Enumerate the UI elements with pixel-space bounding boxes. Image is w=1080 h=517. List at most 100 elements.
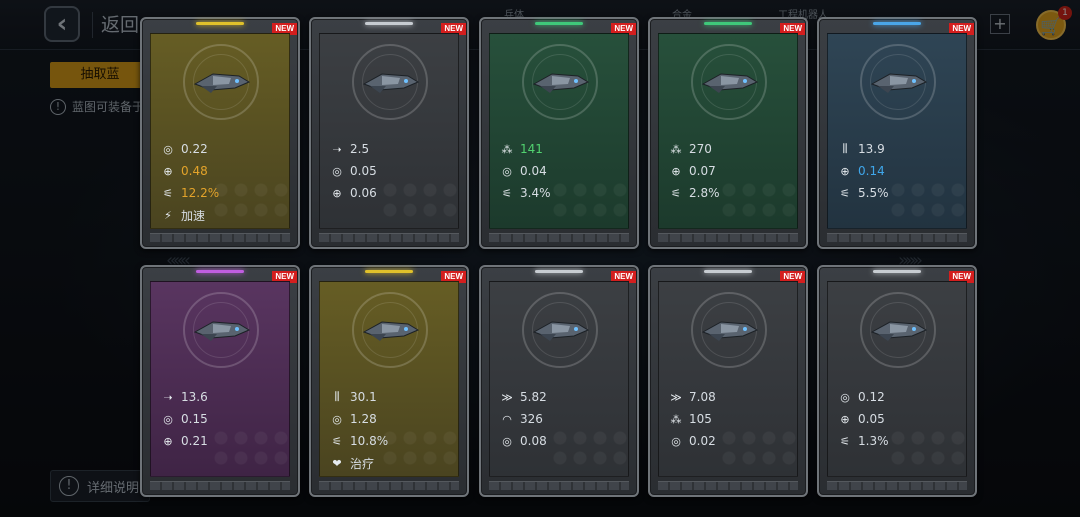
stat-list: ⫼ 13.9 ⊕ 0.14 ⚟ 5.5% xyxy=(834,138,964,204)
arrow-right-icon: ➝ xyxy=(332,142,342,156)
spaceship-icon xyxy=(532,73,590,93)
stat-row: ◎ 0.08 xyxy=(496,430,626,452)
blueprint-card[interactable]: NEW ≫ 5.82 ◠ 326 ◎ 0.08 xyxy=(479,265,639,497)
stat-row: ◎ 0.15 xyxy=(157,408,287,430)
spaceship-icon xyxy=(193,73,251,93)
stat-row: ⚡ 加速 xyxy=(157,204,287,226)
rarity-bar xyxy=(196,270,244,273)
stat-row: ≫ 5.82 xyxy=(496,386,626,408)
stat-value: 13.9 xyxy=(858,142,885,156)
stat-row: ◎ 0.12 xyxy=(834,386,964,408)
missile-icon: ⚟ xyxy=(840,434,850,448)
spaceship-icon xyxy=(362,321,420,341)
stat-row: ◎ 0.02 xyxy=(665,430,795,452)
stat-row: ⊕ 0.14 xyxy=(834,160,964,182)
stat-list: ⫼ 30.1 ◎ 1.28 ⚟ 10.8% ❤ 治疗 xyxy=(326,386,456,474)
stat-value: 105 xyxy=(689,412,712,426)
target-circle-icon: ◎ xyxy=(840,390,850,404)
spaceship-icon xyxy=(701,73,759,93)
shield-arc-icon: ◠ xyxy=(502,412,512,426)
stat-value: 1.28 xyxy=(350,412,377,426)
rarity-bar xyxy=(873,22,921,25)
crosshair-icon: ⊕ xyxy=(163,164,173,178)
stat-row: ➝ 2.5 xyxy=(326,138,456,160)
rarity-bar xyxy=(196,22,244,25)
stat-row: ⊕ 0.21 xyxy=(157,430,287,452)
stat-value: 0.05 xyxy=(858,412,885,426)
stat-row: ◎ 0.05 xyxy=(326,160,456,182)
rarity-bar xyxy=(704,270,752,273)
stat-value: 治疗 xyxy=(350,456,375,471)
stat-value: 13.6 xyxy=(181,390,208,404)
card-trim xyxy=(489,481,629,490)
stat-row: ◎ 1.28 xyxy=(326,408,456,430)
stat-value: 30.1 xyxy=(350,390,377,404)
ammo-icon: ⫼ xyxy=(334,390,340,403)
stat-list: ◎ 0.12 ⊕ 0.05 ⚟ 1.3% xyxy=(834,386,964,452)
blueprint-card[interactable]: NEW ◎ 0.22 ⊕ 0.48 ⚟ 12.2% ⚡ 加速 xyxy=(140,17,300,249)
missile-icon: ⚟ xyxy=(502,186,512,200)
card-body: ≫ 5.82 ◠ 326 ◎ 0.08 xyxy=(489,281,629,477)
spaceship-icon xyxy=(193,321,251,341)
stat-value: 141 xyxy=(520,142,543,156)
spaceship-icon xyxy=(870,73,928,93)
stat-row: ⫼ 13.9 xyxy=(834,138,964,160)
rarity-bar xyxy=(365,270,413,273)
stat-value: 0.07 xyxy=(689,164,716,178)
stat-row: ≫ 7.08 xyxy=(665,386,795,408)
stat-value: 3.4% xyxy=(520,186,551,200)
crosshair-icon: ⊕ xyxy=(163,434,173,448)
stat-value: 加速 xyxy=(181,208,206,223)
target-circle-icon: ◎ xyxy=(502,434,512,448)
crosshair-icon: ⊕ xyxy=(840,164,850,178)
stat-row: ⁂ 105 xyxy=(665,408,795,430)
missile-icon: ⚟ xyxy=(840,186,850,200)
card-body: ◎ 0.22 ⊕ 0.48 ⚟ 12.2% ⚡ 加速 xyxy=(150,33,290,229)
blueprint-card[interactable]: NEW ◎ 0.12 ⊕ 0.05 ⚟ 1.3% xyxy=(817,265,977,497)
card-body: ◎ 0.12 ⊕ 0.05 ⚟ 1.3% xyxy=(827,281,967,477)
crosshair-icon: ⊕ xyxy=(332,186,342,200)
ammo-icon: ⫼ xyxy=(842,142,848,155)
card-body: ⁂ 270 ⊕ 0.07 ⚟ 2.8% xyxy=(658,33,798,229)
stat-row: ⚟ 5.5% xyxy=(834,182,964,204)
crosshair-icon: ⊕ xyxy=(671,164,681,178)
stat-value: 0.02 xyxy=(689,434,716,448)
card-trim xyxy=(150,481,290,490)
target-circle-icon: ◎ xyxy=(332,164,342,178)
blueprint-card[interactable]: NEW ➝ 13.6 ◎ 0.15 ⊕ 0.21 xyxy=(140,265,300,497)
stat-value: 7.08 xyxy=(689,390,716,404)
rarity-bar xyxy=(365,22,413,25)
stat-row: ⚟ 1.3% xyxy=(834,430,964,452)
stat-row: ⊕ 0.06 xyxy=(326,182,456,204)
blueprint-card[interactable]: NEW ⫼ 13.9 ⊕ 0.14 ⚟ 5.5% xyxy=(817,17,977,249)
stat-row: ⚟ 2.8% xyxy=(665,182,795,204)
stat-row: ◎ 0.04 xyxy=(496,160,626,182)
blueprint-card[interactable]: NEW ➝ 2.5 ◎ 0.05 ⊕ 0.06 xyxy=(309,17,469,249)
stat-list: ≫ 5.82 ◠ 326 ◎ 0.08 xyxy=(496,386,626,452)
target-circle-icon: ◎ xyxy=(332,412,342,426)
stat-value: 0.15 xyxy=(181,412,208,426)
blueprint-card[interactable]: NEW ≫ 7.08 ⁂ 105 ◎ 0.02 xyxy=(648,265,808,497)
blueprint-card[interactable]: NEW ⁂ 141 ◎ 0.04 ⚟ 3.4% xyxy=(479,17,639,249)
stat-value: 0.22 xyxy=(181,142,208,156)
stat-row: ⊕ 0.05 xyxy=(834,408,964,430)
stat-value: 0.21 xyxy=(181,434,208,448)
stat-value: 5.82 xyxy=(520,390,547,404)
spaceship-icon xyxy=(701,321,759,341)
stat-row: ◠ 326 xyxy=(496,408,626,430)
stat-row: ⊕ 0.07 xyxy=(665,160,795,182)
stat-list: ➝ 13.6 ◎ 0.15 ⊕ 0.21 xyxy=(157,386,287,452)
card-body: ➝ 2.5 ◎ 0.05 ⊕ 0.06 xyxy=(319,33,459,229)
blueprint-card[interactable]: NEW ⫼ 30.1 ◎ 1.28 ⚟ 10.8% ❤ 治疗 xyxy=(309,265,469,497)
stat-value: 12.2% xyxy=(181,186,220,200)
spaceship-icon xyxy=(362,73,420,93)
spaceship-icon xyxy=(532,321,590,341)
stat-row: ◎ 0.22 xyxy=(157,138,287,160)
blueprint-card[interactable]: NEW ⁂ 270 ⊕ 0.07 ⚟ 2.8% xyxy=(648,17,808,249)
card-body: ➝ 13.6 ◎ 0.15 ⊕ 0.21 xyxy=(150,281,290,477)
stat-value: 0.14 xyxy=(858,164,885,178)
card-trim xyxy=(658,233,798,242)
spaceship-icon xyxy=(870,321,928,341)
stat-value: 1.3% xyxy=(858,434,889,448)
stat-list: ➝ 2.5 ◎ 0.05 ⊕ 0.06 xyxy=(326,138,456,204)
